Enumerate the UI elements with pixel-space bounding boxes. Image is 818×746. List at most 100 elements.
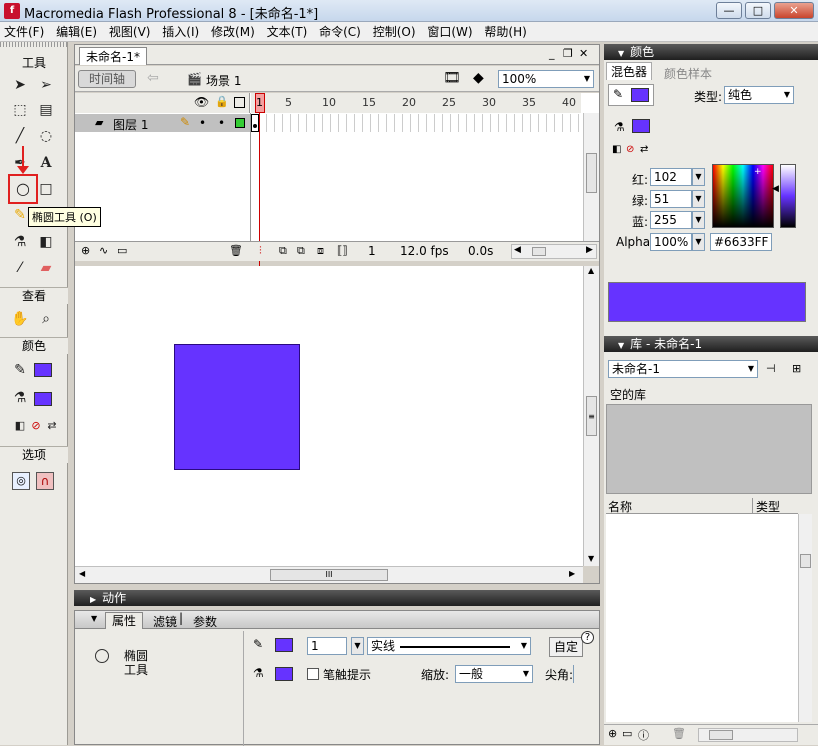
- red-dropdown[interactable]: ▼: [692, 168, 705, 186]
- tab-mixer[interactable]: 混色器: [606, 62, 652, 80]
- onion-markers-icon[interactable]: ⟦⟧: [337, 244, 348, 257]
- stage-vscroll[interactable]: ▲ ≡ ▼: [583, 266, 599, 566]
- new-folder-icon[interactable]: ▭: [622, 727, 632, 740]
- blue-dropdown[interactable]: ▼: [692, 211, 705, 229]
- keyframe[interactable]: [251, 114, 259, 132]
- stage-vscroll-thumb[interactable]: ≡: [586, 396, 597, 436]
- subselect-tool-icon[interactable]: ➢: [36, 75, 56, 95]
- red-input[interactable]: 102: [650, 168, 692, 186]
- menu-commands[interactable]: 命令(C): [315, 22, 365, 42]
- zoom-tool-icon[interactable]: ⌕: [36, 309, 56, 329]
- stroke-color-swatch[interactable]: [34, 363, 52, 377]
- swap-colors-icon[interactable]: ⇄: [42, 416, 62, 436]
- prop-fill-swatch[interactable]: [275, 667, 293, 681]
- stroke-style-select[interactable]: 实线 ▼: [367, 637, 531, 655]
- fill-type-select[interactable]: 纯色 ▼: [724, 86, 794, 104]
- eraser-icon[interactable]: ▰: [36, 258, 56, 278]
- custom-button[interactable]: 自定: [549, 637, 583, 657]
- minimize-button[interactable]: —: [716, 2, 742, 19]
- document-tab[interactable]: 未命名-1*: [79, 47, 147, 65]
- stage-hscroll[interactable]: ◀ III ▶: [75, 566, 583, 583]
- tab-filters[interactable]: 滤镜: [153, 613, 177, 630]
- lock-icon[interactable]: 🔒: [215, 95, 229, 108]
- doc-close-icon[interactable]: ✕: [579, 47, 588, 60]
- maximize-button[interactable]: □: [745, 2, 771, 19]
- tab-properties[interactable]: 属性: [105, 612, 144, 629]
- edit-multiple-icon[interactable]: ⧈: [317, 244, 324, 258]
- timeline-vscroll[interactable]: [583, 113, 599, 241]
- stage-hscroll-thumb[interactable]: III: [270, 569, 388, 581]
- oval-tool-icon[interactable]: ○: [13, 179, 33, 199]
- green-input[interactable]: 51: [650, 190, 692, 208]
- new-symbol-icon[interactable]: ⊕: [608, 727, 617, 740]
- hand-tool-icon[interactable]: ✋: [10, 309, 30, 329]
- column-type[interactable]: 类型: [756, 498, 780, 515]
- onion-outline-icon[interactable]: ⧉: [297, 244, 305, 258]
- ink-bottle-icon[interactable]: ⚗: [10, 232, 30, 252]
- eye-icon[interactable]: 👁: [194, 95, 209, 109]
- stage-area[interactable]: [75, 266, 583, 566]
- onion-skin-icon[interactable]: ⧉: [279, 244, 287, 258]
- object-drawing-icon[interactable]: ◎: [12, 472, 30, 490]
- library-panel-header[interactable]: ▼ 库 - 未命名-1: [604, 336, 818, 352]
- mixer-nocolor-icon[interactable]: ⊘: [626, 144, 634, 155]
- brightness-arrow-icon[interactable]: ◀: [772, 184, 779, 194]
- menu-control[interactable]: 控制(O): [369, 22, 420, 42]
- mixer-bw-icon[interactable]: ◧: [612, 144, 621, 155]
- toolbox-grip[interactable]: [0, 42, 68, 47]
- alpha-dropdown[interactable]: ▼: [692, 233, 705, 251]
- text-tool-icon[interactable]: A: [36, 153, 56, 173]
- frame-rate[interactable]: 12.0 fps: [400, 244, 449, 258]
- paint-bucket-icon[interactable]: ◧: [36, 232, 56, 252]
- library-vscroll[interactable]: [798, 514, 812, 722]
- color-panel-header[interactable]: ▼ 颜色: [604, 44, 818, 60]
- pencil-tool-icon[interactable]: ✎: [10, 205, 30, 225]
- delete-icon[interactable]: 🗑: [672, 727, 686, 740]
- stage-square-shape[interactable]: [174, 344, 300, 470]
- close-button[interactable]: ✕: [774, 2, 814, 19]
- pin-library-icon[interactable]: ⊣: [766, 362, 776, 375]
- hex-input[interactable]: #6633FF: [710, 233, 772, 251]
- tab-swatches[interactable]: 颜色样本: [664, 65, 712, 82]
- scale-select[interactable]: 一般 ▼: [455, 665, 533, 683]
- menu-text[interactable]: 文本(T): [263, 22, 312, 42]
- library-vscroll-thumb[interactable]: [800, 554, 811, 568]
- prop-stroke-swatch[interactable]: [275, 638, 293, 652]
- timeline-hscroll[interactable]: ◀ ▶: [511, 244, 597, 259]
- edit-symbols-icon[interactable]: ◆: [473, 70, 484, 86]
- outline-icon[interactable]: [234, 97, 245, 108]
- snap-magnet-icon[interactable]: ∩: [36, 472, 54, 490]
- mixer-stroke-swatch[interactable]: [631, 88, 649, 102]
- brightness-slider[interactable]: [780, 164, 796, 228]
- stroke-width-dropdown[interactable]: ▼: [351, 637, 364, 655]
- insert-layer-icon[interactable]: ⊕: [81, 244, 90, 257]
- library-hscroll[interactable]: [698, 728, 798, 742]
- lasso-tool-icon[interactable]: ◌: [36, 126, 56, 146]
- properties-icon[interactable]: ⓘ: [638, 727, 649, 743]
- blue-input[interactable]: 255: [650, 211, 692, 229]
- mixer-fill-swatch[interactable]: [632, 119, 650, 133]
- menu-help[interactable]: 帮助(H): [480, 22, 530, 42]
- insert-folder-icon[interactable]: ▭: [117, 244, 127, 257]
- zoom-select[interactable]: 100% ▼: [498, 70, 594, 88]
- help-icon[interactable]: ?: [581, 631, 594, 644]
- menu-view[interactable]: 视图(V): [105, 22, 155, 42]
- line-tool-icon[interactable]: ╱: [10, 126, 30, 146]
- tab-parameters[interactable]: 参数: [193, 613, 217, 630]
- add-guide-icon[interactable]: ∿: [99, 244, 108, 257]
- arrow-tool-icon[interactable]: ➤: [10, 75, 30, 95]
- timeline-toggle-button[interactable]: 时间轴: [78, 70, 136, 88]
- menu-window[interactable]: 窗口(W): [423, 22, 476, 42]
- menu-insert[interactable]: 插入(I): [158, 22, 203, 42]
- alpha-input[interactable]: 100%: [650, 233, 692, 251]
- layer-outline-color[interactable]: [235, 118, 245, 128]
- edit-scene-icon[interactable]: 🎞: [443, 70, 461, 86]
- mixer-swap-icon[interactable]: ⇄: [640, 144, 648, 155]
- timeline-vscroll-thumb[interactable]: [586, 153, 597, 193]
- layer-lock-dot[interactable]: •: [218, 116, 225, 130]
- menu-edit[interactable]: 编辑(E): [52, 22, 101, 42]
- column-name[interactable]: 名称: [608, 498, 632, 515]
- actions-panel-header[interactable]: ▶ 动作: [74, 590, 600, 606]
- fill-transform-icon[interactable]: ▤: [36, 100, 56, 120]
- stroke-width-input[interactable]: 1: [307, 637, 347, 655]
